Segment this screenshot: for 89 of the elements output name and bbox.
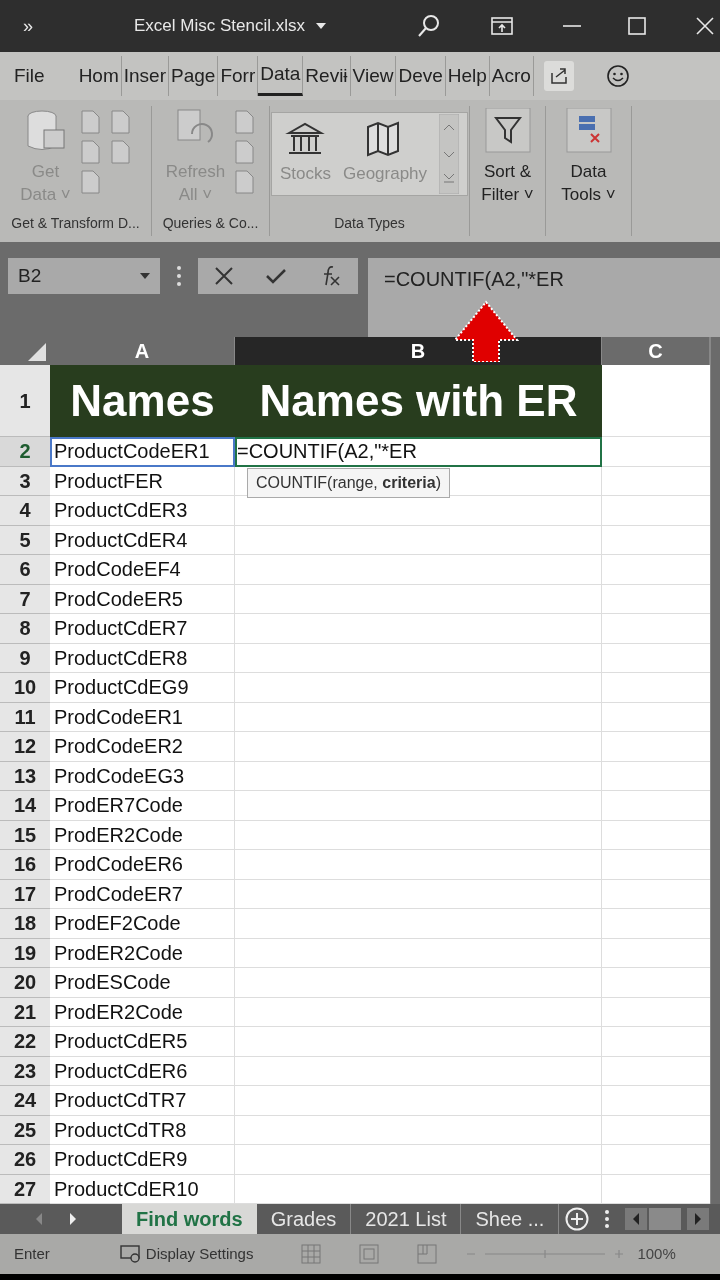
row-header[interactable]: 5 [0, 525, 50, 555]
ribbon-tab[interactable]: Forr [218, 56, 259, 96]
table-cell: ProductCdEG9 [50, 673, 235, 703]
row-header[interactable]: 26 [0, 1145, 50, 1175]
row-header[interactable]: 21 [0, 997, 50, 1027]
row-header[interactable]: 9 [0, 643, 50, 673]
row-header[interactable]: 2 [0, 437, 50, 467]
table-cell: ProductCodeER1 [50, 437, 235, 467]
row-header[interactable]: 25 [0, 1115, 50, 1145]
table-cell: =COUNTIF(A2,"*ER [235, 437, 602, 467]
row-header[interactable]: 20 [0, 968, 50, 998]
header-cell: Names [50, 365, 235, 437]
filter-icon [483, 108, 532, 156]
sheet-tab[interactable]: Find words [122, 1204, 257, 1234]
row-header[interactable]: 13 [0, 761, 50, 791]
row-header[interactable]: 24 [0, 1086, 50, 1116]
more-icon[interactable] [605, 1210, 610, 1228]
check-icon[interactable] [266, 268, 286, 284]
row-header[interactable]: 16 [0, 850, 50, 880]
row-header[interactable]: 12 [0, 732, 50, 762]
share-icon[interactable] [543, 61, 574, 91]
ribbon-tab[interactable]: File [12, 56, 47, 96]
table-cell: ProdCodeER2 [50, 732, 235, 762]
ribbon-tab[interactable]: Page [169, 56, 219, 96]
window-title: Excel Misc Stencil.xlsx [134, 15, 305, 38]
table-cell: ProductCdER3 [50, 496, 235, 526]
ribbon-tab[interactable]: Reviɨ [303, 56, 351, 96]
table-cell: ProductCdER5 [50, 1027, 235, 1057]
maximize-icon[interactable] [628, 17, 646, 35]
row-header[interactable]: 6 [0, 555, 50, 585]
status-mode: Enter [14, 1243, 50, 1264]
tooltip: COUNTIF(range, criteria) [247, 468, 450, 498]
table-cell: ProductCdER7 [50, 614, 235, 644]
row-header[interactable]: 15 [0, 820, 50, 850]
header-cell: Names with ER [235, 365, 602, 437]
vertical-scrollbar[interactable] [710, 337, 720, 1204]
table-icon [564, 108, 613, 156]
row-header[interactable]: 8 [0, 614, 50, 644]
horizontal-scrollbar-icon[interactable] [625, 1208, 710, 1230]
up-arrow [453, 300, 519, 362]
row-header[interactable]: 10 [0, 673, 50, 703]
caret-icon[interactable] [315, 22, 327, 30]
data-tools-button[interactable]: Data Tools ˅ [561, 108, 616, 206]
ribbon-tab[interactable]: Inser [121, 56, 169, 96]
row-header[interactable]: 14 [0, 791, 50, 821]
table-cell: ProductCdER9 [50, 1145, 235, 1175]
cancel-icon[interactable] [214, 267, 233, 285]
zoom-level: 100% [637, 1243, 676, 1264]
group-label: Queries & Co... [162, 214, 259, 233]
sort-filter-button[interactable]: Sort & Filter ˅ [481, 108, 534, 206]
add-sheet-icon[interactable] [565, 1207, 590, 1231]
ribbon-tab[interactable]: Acro [489, 56, 534, 96]
window-mode-icon[interactable] [491, 17, 513, 35]
ribbon-tab[interactable]: Deve [396, 56, 446, 96]
display-settings-button[interactable]: Display Settings [119, 1242, 254, 1266]
row-header[interactable]: 3 [0, 466, 50, 496]
row-header[interactable]: 22 [0, 1027, 50, 1057]
smiley-icon[interactable] [605, 64, 630, 88]
table-cell: ProdEF2Code [50, 909, 235, 939]
row-header[interactable]: 27 [0, 1174, 50, 1204]
row-header[interactable]: 23 [0, 1056, 50, 1086]
row-header[interactable]: 1 [0, 365, 50, 437]
formula-bar[interactable]: =COUNTIF(A2,"*ER [368, 258, 720, 338]
scroll-right-icon[interactable] [68, 1212, 78, 1226]
minimize-icon[interactable] [563, 24, 581, 28]
ribbon-tab[interactable]: Data [258, 56, 304, 96]
more-icon[interactable] [176, 265, 182, 287]
table-cell: ProdER7Code [50, 791, 235, 821]
search-icon[interactable] [417, 14, 441, 38]
row-header[interactable]: 7 [0, 584, 50, 614]
row-header[interactable]: 17 [0, 879, 50, 909]
ribbon-tab[interactable]: Hom [76, 56, 122, 96]
column-header[interactable]: B [235, 337, 602, 365]
close-icon[interactable] [696, 17, 714, 35]
overflow-button[interactable]: » [0, 12, 56, 40]
table-cell: ProductCdTR7 [50, 1086, 235, 1116]
row-header[interactable]: 4 [0, 496, 50, 526]
table-cell: ProdCodeER6 [50, 850, 235, 880]
ribbon-tab[interactable]: Help [445, 56, 490, 96]
name-box[interactable]: B2 [8, 258, 160, 294]
row-header[interactable]: 18 [0, 909, 50, 939]
row-header[interactable]: 11 [0, 702, 50, 732]
monitor-icon [119, 1245, 142, 1263]
group-label: Get & Transform D... [11, 214, 140, 233]
group-label: Data Types [334, 214, 405, 233]
table-cell: ProdESCode [50, 968, 235, 998]
ribbon-tab[interactable]: View [350, 56, 397, 96]
table-cell: ProdCodeEF4 [50, 555, 235, 585]
row-header[interactable]: 19 [0, 938, 50, 968]
